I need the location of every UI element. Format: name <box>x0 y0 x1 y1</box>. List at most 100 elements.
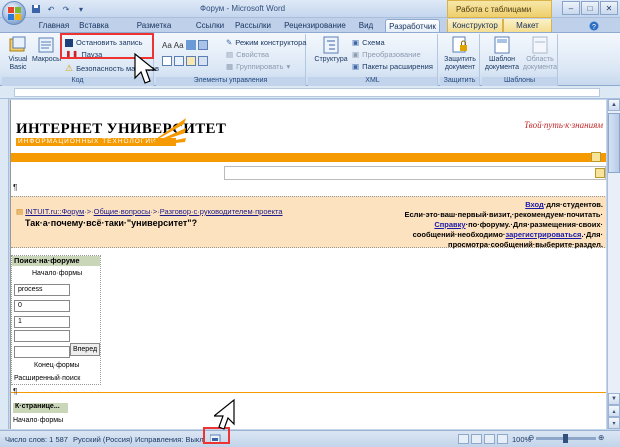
close-button[interactable]: ✕ <box>600 1 618 15</box>
warning-icon: ⚠ <box>65 63 74 73</box>
minimize-button[interactable]: – <box>562 1 580 15</box>
welcome-info: Вход·для·студентов. Если·это·ваш·первый·… <box>404 200 603 249</box>
ribbon-tabs: Главная Вставка Разметка страницы Ссылки… <box>0 18 620 39</box>
zoom-out-icon[interactable]: ⊖ <box>528 433 534 442</box>
full-screen-reading-icon[interactable] <box>471 434 482 444</box>
undo-icon[interactable]: ↶ <box>45 3 57 15</box>
scroll-down-icon[interactable]: ▼ <box>608 393 620 405</box>
table-move-handle-icon[interactable] <box>591 152 601 162</box>
ruler-track <box>14 88 600 97</box>
transform-button[interactable]: ▣ Преобразование <box>352 50 421 59</box>
register-link[interactable]: зарегистрироваться <box>505 230 581 239</box>
tab-references[interactable]: Ссылки <box>192 19 228 33</box>
date-picker-icon[interactable] <box>186 56 196 66</box>
tab-table-layout[interactable]: Макет <box>503 19 552 33</box>
legacy-tools-icon[interactable] <box>198 56 208 66</box>
tab-mailings[interactable]: Рассылки <box>233 19 273 33</box>
web-layout-icon[interactable] <box>484 434 495 444</box>
track-changes-indicator[interactable]: Исправления: Выкл. <box>135 435 206 444</box>
help-link[interactable]: Справку <box>434 220 465 229</box>
zoom-in-icon[interactable]: ⊕ <box>598 433 604 442</box>
tab-developer[interactable]: Разработчик <box>385 19 440 33</box>
search-field-3[interactable]: 1 <box>14 316 70 328</box>
horizontal-ruler[interactable] <box>0 86 620 99</box>
gallery-control-icon[interactable] <box>197 40 208 50</box>
outline-view-icon[interactable] <box>497 434 508 444</box>
office-button[interactable] <box>2 1 26 25</box>
scroll-up-icon[interactable]: ▲ <box>608 99 620 111</box>
tab-page-layout[interactable]: Разметка страницы <box>118 19 190 39</box>
dropdown-list-icon[interactable] <box>174 56 184 66</box>
tab-review[interactable]: Рецензирование <box>283 19 347 33</box>
structure-button[interactable]: Структура <box>314 36 348 64</box>
paragraph-mark-2: ¶ <box>13 387 18 396</box>
macros-button[interactable]: Макросы <box>32 36 61 64</box>
zoom-slider[interactable] <box>536 434 596 443</box>
form-start-label: Начало·формы <box>32 270 83 277</box>
next-page-icon[interactable]: ▾ <box>608 417 620 429</box>
visual-basic-icon <box>9 36 27 54</box>
save-icon[interactable] <box>30 3 42 15</box>
document-panel-button[interactable]: Область документа <box>522 36 558 72</box>
help-icon[interactable]: ? <box>588 19 600 33</box>
word-count[interactable]: Число слов: 1 587 <box>5 435 68 444</box>
document-template-button[interactable]: Шаблон документа <box>484 36 520 72</box>
vertical-scrollbar[interactable]: ▲ ▼ ▴ ▾ <box>607 99 620 429</box>
search-field-4[interactable] <box>14 330 70 342</box>
folder-icon: ▤ <box>16 207 24 216</box>
group-protect: Защитить документ Защитить <box>440 34 480 86</box>
search-cell[interactable] <box>224 166 606 180</box>
goto-form-start: Начало·формы <box>13 417 64 424</box>
status-bar: Число слов: 1 587 Русский (Россия) Испра… <box>0 430 620 447</box>
macros-icon <box>37 36 55 54</box>
group-controls: Aa Aa ✎ Режим конструктора ▤ Свойства ▦ … <box>156 34 306 86</box>
tab-view[interactable]: Вид <box>355 19 377 33</box>
search-handle-icon[interactable] <box>595 168 605 178</box>
mouse-pointer-icon-2 <box>214 398 235 430</box>
search-field-2[interactable]: 0 <box>14 300 70 312</box>
logo-title: ИНТЕРНЕТ УНИВЕРСИТЕТ <box>16 121 227 137</box>
search-field-5[interactable] <box>14 346 70 358</box>
redo-icon[interactable]: ↷ <box>60 3 72 15</box>
prev-page-icon[interactable]: ▴ <box>608 405 620 417</box>
language-indicator[interactable]: Русский (Россия) <box>73 435 133 444</box>
header-table-row: ИНТЕРНЕТ УНИВЕРСИТЕТ ИНФОРМАЦИОННЫХ ТЕХН… <box>11 112 606 154</box>
maximize-button[interactable]: □ <box>581 1 599 15</box>
design-mode-button[interactable]: ✎ Режим конструктора <box>226 38 306 47</box>
mouse-pointer-icon <box>134 52 157 84</box>
text-control-icon[interactable]: Aa <box>174 41 184 50</box>
document-page[interactable]: ИНТЕРНЕТ УНИВЕРСИТЕТ ИНФОРМАЦИОННЫХ ТЕХН… <box>10 100 606 429</box>
zoom-slider-thumb[interactable] <box>563 434 568 443</box>
breadcrumb-general-link[interactable]: Общие·вопросы <box>94 207 151 216</box>
rich-text-control-icon[interactable]: Aa <box>162 41 172 50</box>
protect-document-button[interactable]: Защитить документ <box>442 36 478 72</box>
qat-dropdown-icon[interactable]: ▾ <box>75 3 87 15</box>
logo-rays-icon <box>146 118 186 146</box>
tab-insert[interactable]: Вставка <box>76 19 112 33</box>
picture-control-icon[interactable] <box>185 40 196 50</box>
search-text-field[interactable]: process <box>14 284 70 296</box>
tab-table-design[interactable]: Конструктор <box>447 19 503 33</box>
group-label-xml: XML <box>308 77 437 86</box>
lock-document-icon <box>451 36 469 54</box>
schema-button[interactable]: ▣ Схема <box>352 38 385 47</box>
breadcrumb-site-link[interactable]: INTUIT.ru::Форум <box>25 207 84 216</box>
login-link[interactable]: Вход <box>525 200 544 209</box>
go-button[interactable]: Вперед <box>70 343 100 356</box>
scroll-thumb[interactable] <box>608 113 620 173</box>
print-layout-icon[interactable] <box>458 434 469 444</box>
advanced-search-link[interactable]: Расширенный·поиск <box>14 375 80 382</box>
vertical-ruler[interactable] <box>0 99 9 429</box>
template-icon <box>493 36 511 54</box>
group-button[interactable]: ▦ Группировать ▾ <box>226 62 290 71</box>
breadcrumb-topic-link[interactable]: Разговор·с·руководителем·проекта <box>160 207 283 216</box>
goto-page-head: К·странице... <box>13 403 68 413</box>
group-xml: Структура ▣ Схема ▣ Преобразование ▣ Пак… <box>308 34 438 86</box>
visual-basic-button[interactable]: Visual Basic <box>4 36 32 72</box>
schema-icon: ▣ <box>352 38 360 47</box>
tab-home[interactable]: Главная <box>34 19 74 33</box>
combo-box-icon[interactable] <box>162 56 172 66</box>
properties-button[interactable]: ▤ Свойства <box>226 50 269 59</box>
expansion-packs-button[interactable]: ▣ Пакеты расширения <box>352 62 433 71</box>
navigation-band: ▤ INTUIT.ru::Форум·>·Общие·вопросы·>·Раз… <box>11 196 606 249</box>
